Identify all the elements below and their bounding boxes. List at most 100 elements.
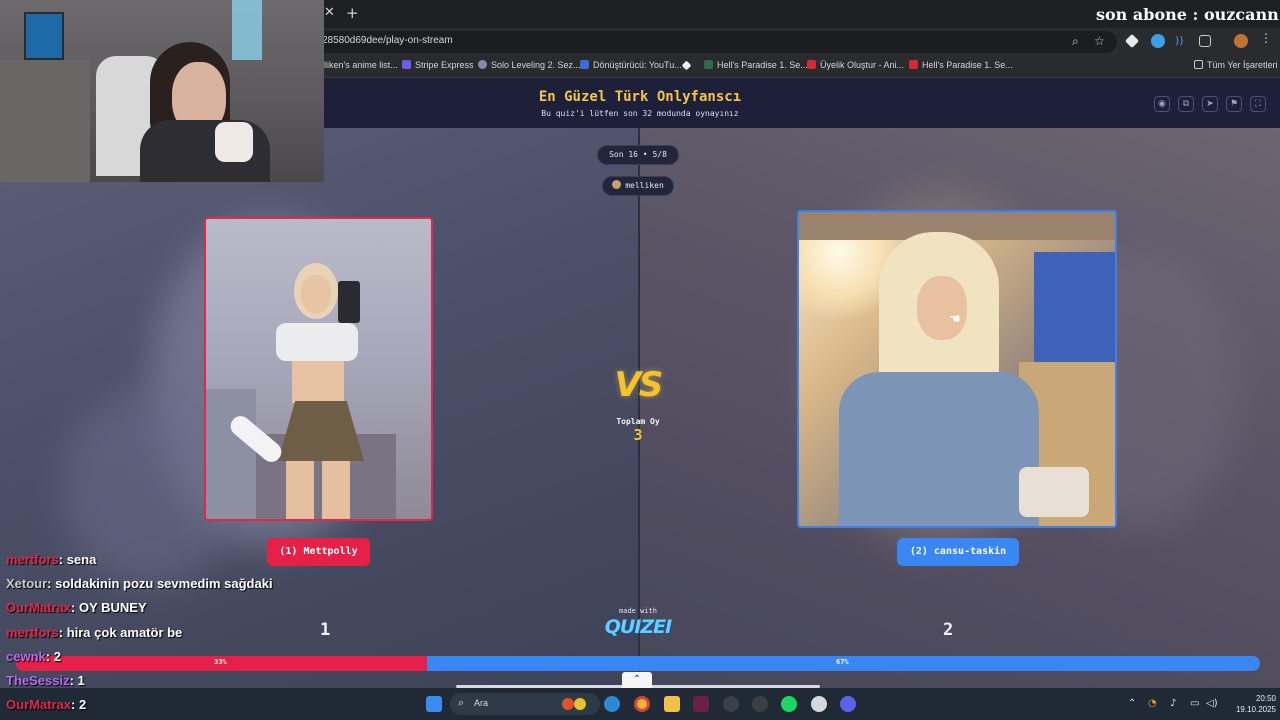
bookmark-item[interactable]: Üyelik Oluştur - Ani... [807, 60, 904, 70]
all-bookmarks[interactable]: Tüm Yer İşaretleri [1194, 60, 1278, 70]
candidate-left-card[interactable] [204, 217, 433, 521]
bookmark-item[interactable] [681, 60, 694, 71]
chat-message: mertfors: hira çok amatör be [6, 625, 336, 649]
last-subscriber-overlay: son abone : ouzcann [1096, 5, 1279, 24]
bookmark-item[interactable]: Dönüştürücü: YouTu... [580, 60, 682, 70]
made-with-label: made with [619, 607, 657, 615]
user-avatar [612, 180, 622, 189]
chat-text: : hira çok amatör be [58, 624, 183, 640]
menu-dots-icon[interactable]: ⋮ [1260, 31, 1274, 45]
bag-shape [1019, 467, 1089, 517]
taskbar-search[interactable]: ⌕ Ara [450, 693, 600, 715]
search-highlight-icon [562, 698, 574, 710]
torso-shape [292, 361, 344, 403]
chat-username: OurMatrax [6, 600, 72, 616]
anime-site-icon [807, 60, 816, 69]
site-icon [478, 60, 487, 69]
vote-right-button[interactable]: (2) cansu-taskin [897, 538, 1019, 566]
sweater-shape [839, 372, 1039, 526]
volume-icon[interactable]: ◁) [1206, 698, 1218, 709]
network-icon[interactable]: ▭ [1190, 698, 1199, 709]
round-indicator: Son 16 • 5/8 [597, 145, 679, 165]
chat-message: cewnk: 2 [6, 649, 336, 673]
folder-icon [1194, 60, 1203, 69]
user-badge: melliken [602, 176, 674, 196]
face-shape [301, 275, 331, 313]
app-icon[interactable] [693, 696, 709, 712]
room-shape [0, 60, 90, 182]
chat-message: mertfors: sena [6, 552, 336, 576]
tray-app-icon[interactable]: ◔ [1148, 698, 1157, 709]
stream-chat-overlay: mertfors: sena Xetour: soldakinin pozu s… [6, 552, 336, 720]
bookmark-item[interactable]: Hell's Paradise 1. Se... [704, 60, 808, 70]
vs-logo: VS [614, 365, 664, 405]
clock[interactable]: 20:50 19.10.2025 [1220, 693, 1276, 715]
bookmark-star-icon[interactable]: ☆ [1094, 34, 1105, 48]
file-explorer-icon[interactable] [664, 696, 680, 712]
skirt-shape [278, 401, 364, 461]
chat-message: OurMatrax: OY BUNEY [6, 600, 336, 624]
chair-shape [206, 389, 256, 519]
chat-username: mertfors [6, 624, 59, 640]
bookmark-item[interactable]: elliken's anime list... [318, 60, 398, 70]
chat-message: Xetour: soldakinin pozu sevmedim sağdaki [6, 576, 336, 600]
app-icon[interactable] [811, 696, 827, 712]
anime-site-icon [909, 60, 918, 69]
total-votes-value: 3 [633, 426, 643, 444]
discord-icon[interactable] [840, 696, 856, 712]
chat-username: OurMatrax [6, 697, 72, 713]
clock-time: 20:50 [1255, 694, 1276, 703]
send-icon[interactable]: ➤ [1202, 96, 1218, 112]
microphone-icon[interactable]: ♪ [1170, 698, 1176, 709]
close-tab-icon[interactable]: ✕ [324, 5, 335, 20]
face-shape [917, 276, 967, 340]
chat-text: : sena [58, 552, 97, 567]
eye-icon[interactable]: ◉ [1154, 96, 1170, 112]
tv-screen-shape [24, 12, 64, 60]
chat-message: OurMatrax: 2 [6, 697, 336, 720]
quizei-logo[interactable]: QUIZEI [598, 616, 678, 638]
chat-text: : 2 [45, 648, 61, 664]
windows-start-icon[interactable] [426, 696, 442, 712]
chat-username: Xetour [6, 576, 48, 592]
fullscreen-icon[interactable]: ⛶ [1250, 96, 1266, 112]
chat-username: TheSessiz [6, 672, 70, 688]
scroll-up-button[interactable]: ⌃ [622, 672, 652, 688]
chat-username: mertfors [6, 552, 59, 567]
flag-icon[interactable]: ⚑ [1226, 96, 1242, 112]
spotify-icon[interactable] [781, 696, 797, 712]
extensions-puzzle-icon[interactable] [1199, 35, 1211, 47]
bookmark-item[interactable]: Stripe Express [402, 60, 474, 70]
new-tab-button[interactable]: + [346, 4, 359, 22]
candidate-right-card[interactable]: ☚ [797, 210, 1117, 528]
right-percent-label: 67% [836, 658, 849, 666]
chat-username: cewnk [6, 648, 46, 664]
audio-extension-icon[interactable]: )) [1175, 34, 1189, 48]
url-field[interactable]: 28580d69dee/play-on-stream ⌕ ☆ [312, 31, 1117, 53]
url-text: 28580d69dee/play-on-stream [322, 35, 453, 46]
bookmark-item[interactable]: Hell's Paradise 1. Se... [909, 60, 1013, 70]
search-icon: ⌕ [458, 696, 465, 709]
chat-text: : OY BUNEY [71, 600, 147, 616]
chat-text: : soldakinin pozu sevmedim sağdaki [47, 576, 273, 592]
center-divider [638, 128, 640, 688]
right-vote-count: 2 [943, 620, 954, 640]
app-icon[interactable] [752, 696, 768, 712]
share-icon[interactable]: ⧉ [1178, 96, 1194, 112]
clock-date: 19.10.2025 [1235, 705, 1276, 714]
screen: ✕ + 28580d69dee/play-on-stream ⌕ ☆ )) ⋮ … [0, 0, 1280, 720]
leg-shape [286, 461, 314, 519]
chrome-icon[interactable] [634, 696, 650, 712]
edge-icon[interactable] [604, 696, 620, 712]
chat-text: : 2 [71, 697, 87, 713]
light-shape [232, 0, 262, 60]
leg-shape [322, 461, 350, 519]
bookmark-item[interactable]: Solo Leveling 2. Sez... [478, 60, 581, 70]
app-icon[interactable] [723, 696, 739, 712]
search-placeholder: Ara [474, 698, 489, 708]
profile-avatar[interactable] [1234, 34, 1248, 48]
tray-chevron-icon[interactable]: ⌃ [1128, 698, 1136, 709]
extension-icon[interactable] [1151, 34, 1165, 48]
tissue-shape [215, 122, 253, 162]
zoom-icon[interactable]: ⌕ [1072, 34, 1079, 49]
